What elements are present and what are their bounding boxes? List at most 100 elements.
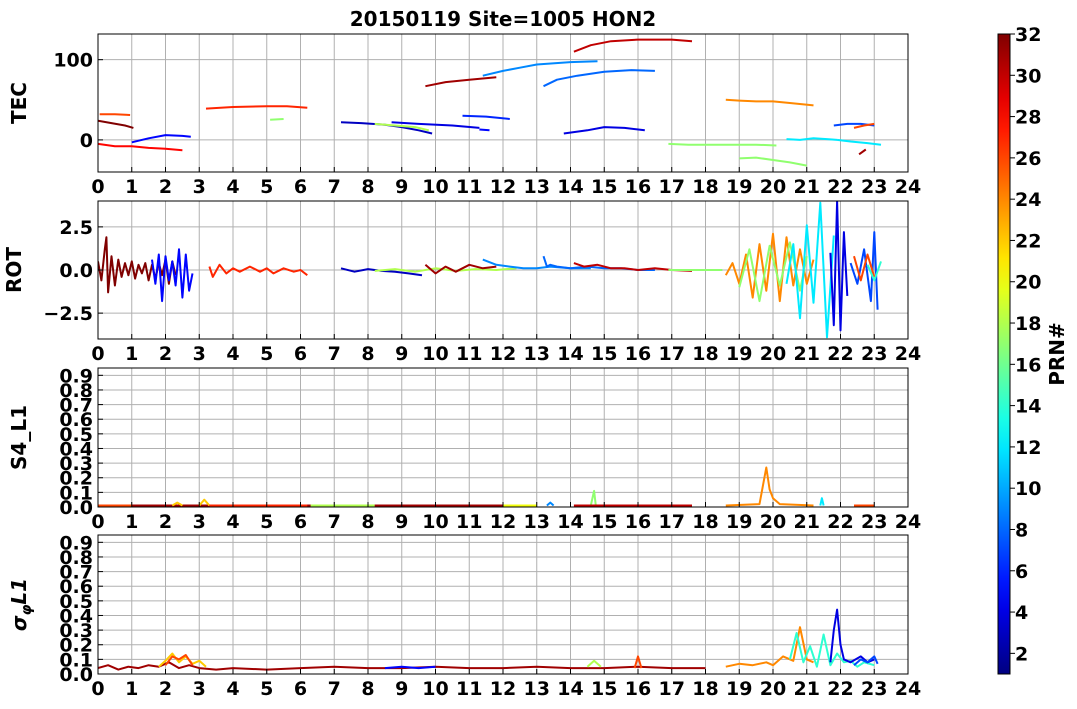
x-tick-label: 19	[726, 511, 752, 533]
series-line-prn-9	[546, 501, 555, 507]
x-tick-label: 15	[591, 176, 617, 198]
x-tick-label: 4	[226, 176, 239, 198]
series-line-prn-31	[858, 148, 867, 156]
colorbar-gradient	[997, 33, 1011, 675]
colorbar-tick-label: 4	[1015, 602, 1028, 624]
x-tick-label: 19	[726, 678, 752, 700]
x-tick-label: 21	[794, 176, 820, 198]
y-tick-label: 0.9	[59, 532, 93, 554]
x-tick-label: 23	[861, 343, 887, 365]
series-line-prn-17	[668, 142, 777, 147]
x-tick-label: 15	[591, 511, 617, 533]
x-tick-label: 6	[294, 343, 307, 365]
series-line-prn-27	[208, 263, 308, 278]
colorbar-tick-label: 2	[1015, 643, 1028, 665]
colorbar-tick-label: 30	[1015, 65, 1041, 87]
series-group	[98, 201, 882, 339]
x-tick-label: 22	[827, 343, 853, 365]
colorbar-tick-label: 16	[1015, 354, 1041, 376]
x-tick-label: 8	[361, 176, 374, 198]
x-tick-label: 17	[659, 176, 685, 198]
x-tick-label: 0	[91, 343, 104, 365]
x-tick-label: 24	[895, 343, 921, 365]
x-tick-label: 9	[395, 176, 408, 198]
panel-2: 0 1 2 3 4 5 6 7 8 9 10 11 12 13 14 15 16 17 18 19 20 21 22 23 24…	[2, 200, 921, 365]
x-tick-label: 1	[125, 343, 138, 365]
x-tick-label: 15	[591, 343, 617, 365]
colorbar-tick-label: 26	[1015, 148, 1041, 170]
y-axis-label: S4_L1	[7, 405, 31, 470]
x-tick-label: 0	[91, 176, 104, 198]
x-tick-label: 14	[557, 343, 583, 365]
colorbar-tick-label: 14	[1015, 396, 1041, 418]
x-tick-label: 3	[193, 176, 206, 198]
series-line-prn-5	[151, 248, 194, 303]
x-tick-label: 10	[422, 511, 448, 533]
series-line-prn-17	[270, 118, 284, 121]
x-tick-label: 6	[294, 176, 307, 198]
colorbar-tick-label: 12	[1015, 437, 1041, 459]
x-tick-label: 13	[524, 511, 550, 533]
x-tick-label: 2	[159, 343, 172, 365]
x-tick-label: 3	[193, 511, 206, 533]
colorbar-tick-label: 10	[1015, 478, 1041, 500]
y-axis-label: TEC	[7, 82, 31, 124]
colorbar-tick-label: 18	[1015, 313, 1041, 335]
x-tick-label: 16	[625, 176, 651, 198]
y-tick-label: −2.5	[43, 303, 93, 325]
series-line-prn-5	[479, 128, 490, 132]
x-tick-label: 12	[490, 176, 516, 198]
chart-title: 20150119 Site=1005 HON2	[350, 7, 656, 31]
series-line-prn-5	[384, 665, 436, 670]
x-tick-label: 8	[361, 678, 374, 700]
x-tick-label: 17	[659, 343, 685, 365]
y-tick-label: 100	[53, 50, 93, 72]
x-tick-label: 9	[395, 678, 408, 700]
x-tick-label: 10	[422, 678, 448, 700]
x-tick-label: 4	[226, 343, 239, 365]
x-tick-label: 23	[861, 511, 887, 533]
colorbar-tick-label: 6	[1015, 561, 1028, 583]
x-tick-label: 10	[422, 176, 448, 198]
x-tick-label: 20	[760, 678, 786, 700]
x-tick-label: 7	[328, 343, 341, 365]
x-tick-label: 19	[726, 343, 752, 365]
x-tick-label: 14	[557, 511, 583, 533]
x-tick-label: 3	[193, 343, 206, 365]
series-line-prn-9	[482, 60, 598, 77]
x-tick-label: 0	[91, 511, 104, 533]
x-tick-label: 21	[794, 511, 820, 533]
x-tick-label: 7	[328, 511, 341, 533]
x-tick-label: 20	[760, 176, 786, 198]
x-tick-label: 7	[328, 176, 341, 198]
x-tick-label: 4	[226, 678, 239, 700]
x-tick-label: 1	[125, 678, 138, 700]
x-tick-label: 17	[659, 678, 685, 700]
panel-4: 0 1 2 3 4 5 6 7 8 9 10 11 12 13 14 15 16 17 18 19 20 21 22 23 24…	[7, 532, 921, 700]
x-tick-label: 8	[361, 511, 374, 533]
x-tick-label: 5	[260, 176, 273, 198]
x-tick-label: 4	[226, 511, 239, 533]
x-tick-label: 24	[895, 176, 921, 198]
series-line-prn-5	[131, 134, 191, 144]
x-tick-label: 3	[193, 678, 206, 700]
x-tick-label: 13	[524, 343, 550, 365]
y-tick-label: 0.9	[59, 365, 93, 387]
x-tick-label: 5	[260, 678, 273, 700]
x-tick-label: 10	[422, 343, 448, 365]
x-tick-label: 0	[91, 678, 104, 700]
series-group	[98, 38, 882, 167]
x-tick-label: 12	[490, 511, 516, 533]
x-tick-label: 18	[692, 343, 718, 365]
series-line-prn-27	[205, 105, 308, 110]
panel-1: 0 1 2 3 4 5 6 7 8 9 10 11 12 13 14 15 16 17 18 19 20 21 22 23 24…	[7, 33, 921, 198]
x-tick-label: 11	[456, 176, 482, 198]
x-tick-label: 16	[625, 511, 651, 533]
series-line-prn-26	[99, 113, 131, 116]
x-tick-label: 14	[557, 176, 583, 198]
x-tick-label: 18	[692, 678, 718, 700]
colorbar-tick-label: 24	[1015, 189, 1041, 211]
x-tick-label: 2	[159, 678, 172, 700]
series-line-prn-17	[589, 489, 597, 506]
series-line-prn-30	[573, 38, 693, 53]
